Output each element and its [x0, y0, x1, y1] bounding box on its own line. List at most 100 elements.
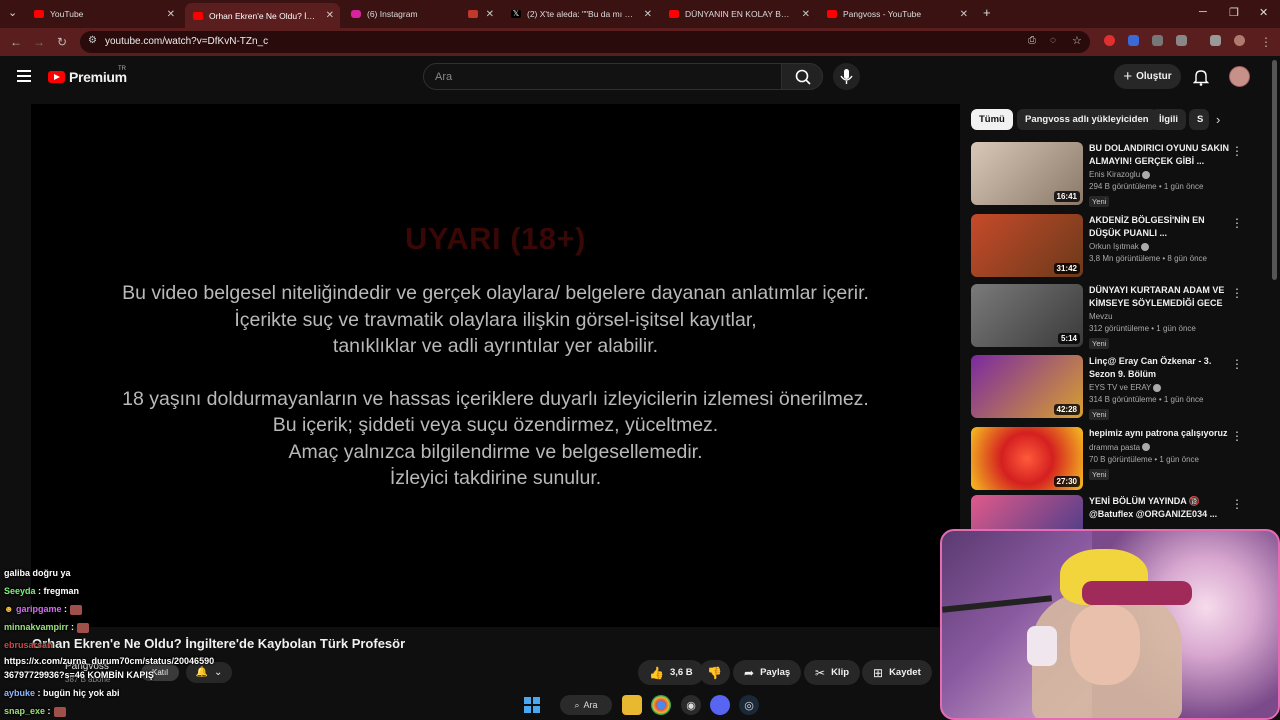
steam-icon[interactable]: ◎ [739, 695, 759, 715]
channel-name[interactable]: EYS TV ve ERAY [1089, 383, 1151, 392]
discord-icon[interactable] [710, 695, 730, 715]
video-title[interactable]: hepimiz aynı patrona çalışıyoruz [1089, 427, 1229, 440]
notifications-button[interactable] [1192, 69, 1210, 91]
github-icon[interactable]: ◉ [681, 695, 701, 715]
video-player[interactable]: UYARI (18+) Bu video belgesel niteliğind… [31, 104, 960, 627]
chrome-icon[interactable] [651, 695, 671, 715]
more-options-icon[interactable]: ⋮ [1231, 497, 1243, 511]
minimize-icon[interactable]: ─ [1199, 6, 1207, 18]
site-info-icon[interactable]: ⚙ [88, 35, 97, 46]
verified-icon [1140, 242, 1149, 251]
video-title[interactable]: AKDENİZ BÖLGESİ'NİN EN DÜŞÜK PUANLI ... [1089, 214, 1229, 239]
search-button[interactable] [781, 63, 823, 90]
new-badge: Yeni [1089, 196, 1110, 207]
recommendation-item[interactable]: 42:28 Linç@ Eray Can Özkenar - 3. Sezon … [971, 355, 1246, 420]
taskbar-search[interactable]: ⌕ Ara [560, 695, 612, 715]
tab-search-icon[interactable]: ⌄ [8, 6, 17, 19]
video-thumbnail[interactable]: 16:41 [971, 142, 1083, 205]
channel-name[interactable]: Orkun Işıtmak [1089, 242, 1139, 251]
video-title[interactable]: DÜNYAYI KURTARAN ADAM VE KİMSEYE SÖYLEME… [1089, 284, 1229, 309]
close-icon[interactable]: ✕ [802, 9, 810, 20]
microphone-arm [942, 595, 1053, 613]
address-bar[interactable]: ⚙ youtube.com/watch?v=DfKvN-TZn_c ⎙ ◌ ☆ [80, 31, 1090, 53]
extensions-puzzle-icon[interactable] [1176, 35, 1187, 46]
create-button[interactable]: + Oluştur [1114, 64, 1181, 89]
recommendation-item[interactable]: 5:14 DÜNYAYI KURTARAN ADAM VE KİMSEYE SÖ… [971, 284, 1246, 349]
clip-button[interactable]: ✂ Klip [804, 660, 861, 685]
save-button[interactable]: ⊞ Kaydet [862, 660, 932, 685]
channel-name[interactable]: Enis Kirazoglu [1089, 170, 1140, 179]
tab-current-video[interactable]: Orhan Ekren'e Ne Oldu? İngilter ✕ [185, 3, 340, 28]
video-meta: 3,8 Mn görüntüleme • 8 gün önce [1089, 254, 1207, 263]
channel-name[interactable]: Mevzu [1089, 312, 1113, 321]
reload-icon[interactable]: ↻ [57, 35, 67, 49]
video-thumbnail[interactable]: 31:42 [971, 214, 1083, 277]
video-thumbnail[interactable]: 27:30 [971, 427, 1083, 490]
profile-icon[interactable] [1234, 35, 1245, 46]
chip-more[interactable]: S [1189, 109, 1209, 130]
more-options-icon[interactable]: ⋮ [1231, 144, 1243, 158]
close-icon[interactable]: ✕ [960, 9, 968, 20]
close-icon[interactable]: ✕ [644, 9, 652, 20]
video-title[interactable]: YENİ BÖLÜM YAYINDA 🔞 @Batuflex @ORGANIZE… [1089, 495, 1229, 520]
close-window-icon[interactable]: ✕ [1259, 6, 1268, 19]
video-thumbnail[interactable]: 5:14 [971, 284, 1083, 347]
emote-icon [77, 622, 90, 633]
recommendation-item[interactable]: 31:42 AKDENİZ BÖLGESİ'NİN EN DÜŞÜK PUANL… [971, 214, 1246, 278]
new-tab-button[interactable]: + [983, 5, 991, 20]
recommendation-item[interactable]: 16:41 BU DOLANDIRICI OYUNU SAKIN ALMAYIN… [971, 142, 1246, 207]
search-input[interactable]: Ara [423, 63, 782, 90]
bell-icon: 🔔 [195, 667, 209, 678]
chip-related[interactable]: İlgili [1151, 109, 1186, 130]
chat-message: ebrusarsan [4, 640, 53, 650]
video-meta: 70 B görüntüleme • 1 gün önce [1089, 454, 1199, 464]
video-thumbnail[interactable] [971, 495, 1083, 529]
more-options-icon[interactable]: ⋮ [1231, 286, 1243, 300]
video-meta: 312 görüntüleme • 1 gün önce [1089, 324, 1196, 333]
tab-youtube[interactable]: YouTube ✕ [26, 3, 181, 25]
extension-gray-icon[interactable] [1152, 35, 1163, 46]
tab-x[interactable]: 𝕏 (2) X'te aleda: ""Bu da mı Cema ✕ [503, 3, 658, 25]
close-icon[interactable]: ✕ [167, 9, 175, 20]
recommendation-item[interactable]: YENİ BÖLÜM YAYINDA 🔞 @Batuflex @ORGANIZE… [971, 495, 1246, 529]
chip-all[interactable]: Tümü [971, 109, 1013, 130]
recommendation-item[interactable]: 27:30 hepimiz aynı patrona çalışıyoruz d… [971, 427, 1246, 491]
voice-search-button[interactable] [833, 63, 860, 90]
windows-start-icon[interactable] [522, 695, 542, 715]
emote-icon [70, 604, 83, 615]
scrollbar[interactable] [1272, 60, 1277, 280]
video-title[interactable]: Linç@ Eray Can Özkenar - 3. Sezon 9. Böl… [1089, 355, 1229, 380]
tab-pangvoss[interactable]: Pangvoss - YouTube ✕ [819, 3, 974, 25]
youtube-premium-logo[interactable]: Premium TR [48, 66, 127, 85]
extension-red-icon[interactable] [1104, 35, 1115, 46]
bookmark-star-icon[interactable]: ☆ [1072, 34, 1082, 47]
warning-line: Amaç yalnızca bilgilendirme ve belgesell… [288, 441, 703, 463]
eye-off-icon[interactable]: ◌ [1050, 35, 1056, 46]
file-explorer-icon[interactable] [622, 695, 642, 715]
hamburger-menu-icon[interactable] [17, 70, 31, 82]
extension-blue-icon[interactable] [1128, 35, 1139, 46]
account-avatar[interactable] [1229, 66, 1250, 87]
dislike-button[interactable]: 👎 [699, 660, 730, 685]
youtube-favicon-icon [827, 10, 837, 18]
chevron-right-icon[interactable]: › [1216, 112, 1220, 127]
video-title[interactable]: BU DOLANDIRICI OYUNU SAKIN ALMAYIN! GERÇ… [1089, 142, 1229, 167]
close-icon[interactable]: ✕ [486, 9, 494, 20]
kebab-menu-icon[interactable]: ⋮ [1260, 35, 1272, 49]
chip-from-uploader[interactable]: Pangvoss adlı yükleyiciden [1017, 109, 1157, 130]
restore-icon[interactable]: ❐ [1229, 6, 1239, 19]
more-options-icon[interactable]: ⋮ [1231, 357, 1243, 371]
share-button[interactable]: ➦ Paylaş [733, 660, 802, 685]
reading-list-icon[interactable] [1210, 35, 1221, 46]
channel-name[interactable]: dramma pasta [1089, 443, 1140, 452]
more-options-icon[interactable]: ⋮ [1231, 429, 1243, 443]
video-thumbnail[interactable]: 42:28 [971, 355, 1083, 418]
back-icon[interactable]: ← [10, 35, 22, 49]
like-button[interactable]: 👍 3,6 B [638, 660, 704, 685]
tab-banka[interactable]: DÜNYANIN EN KOLAY BANKA S ✕ [661, 3, 816, 25]
more-options-icon[interactable]: ⋮ [1231, 216, 1243, 230]
install-icon[interactable]: ⎙ [1028, 35, 1036, 46]
tab-mail[interactable]: ✕ [460, 3, 500, 25]
close-icon[interactable]: ✕ [326, 10, 334, 21]
forward-icon[interactable]: → [33, 35, 45, 49]
